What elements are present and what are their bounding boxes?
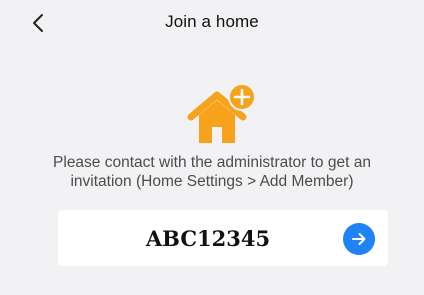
submit-button[interactable] xyxy=(343,223,375,255)
nav-bar: Join a home xyxy=(0,0,424,46)
home-add-icon xyxy=(175,83,259,147)
page-title: Join a home xyxy=(165,12,259,31)
instruction-text: Please contact with the administrator to… xyxy=(20,153,404,191)
instruction-line-1: Please contact with the administrator to… xyxy=(53,154,371,171)
invite-code-card xyxy=(58,210,388,266)
arrow-right-icon xyxy=(352,233,366,245)
invite-code-input[interactable] xyxy=(88,219,328,257)
instruction-line-2: invitation (Home Settings > Add Member) xyxy=(70,173,354,190)
